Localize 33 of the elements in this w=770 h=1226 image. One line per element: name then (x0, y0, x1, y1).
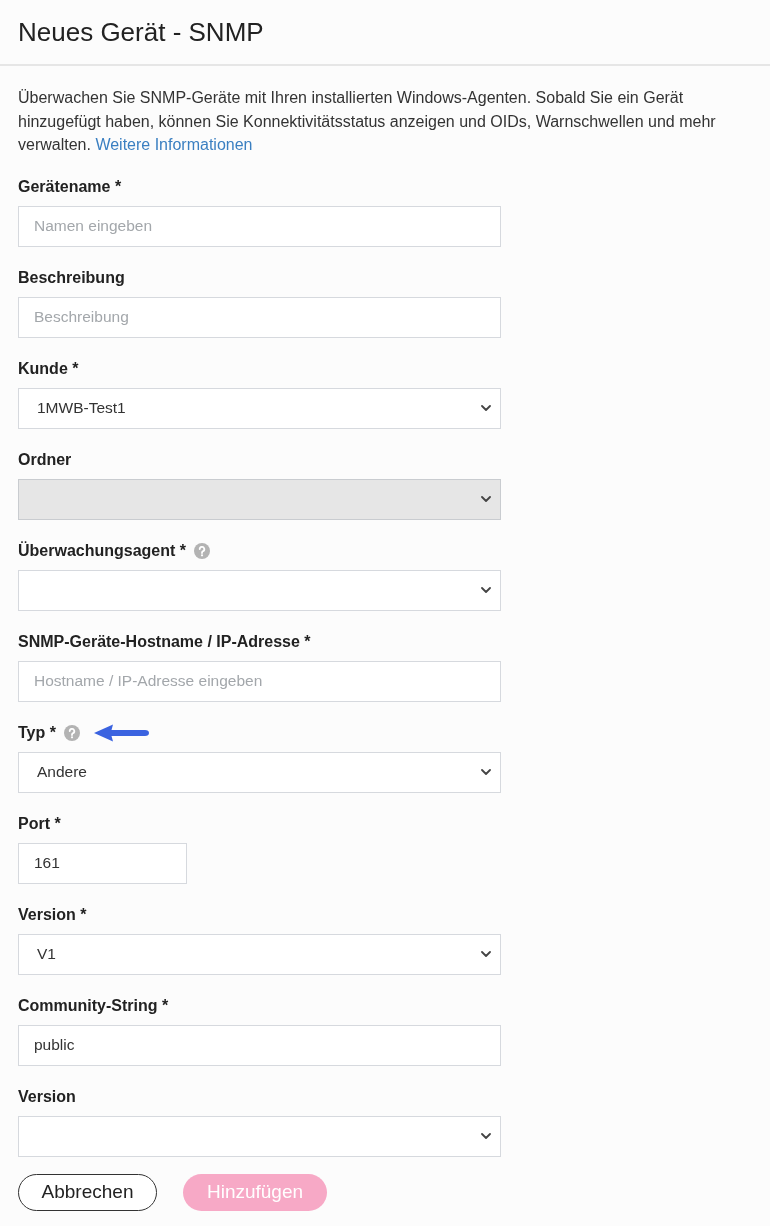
field-label: Version * (18, 904, 87, 925)
chevron-down-icon (481, 1133, 491, 1139)
dropdown[interactable]: 1MWB-Test1 (18, 387, 501, 429)
more-info-link[interactable]: Weitere Informationen (95, 136, 253, 153)
input-field[interactable]: public (18, 1024, 501, 1066)
chevron-down-icon (481, 769, 491, 775)
input-field[interactable]: 161 (18, 842, 187, 884)
field-label: Gerätename * (18, 176, 122, 197)
cancel-button[interactable]: Abbrechen (18, 1173, 157, 1211)
input-field[interactable]: Namen eingeben (18, 205, 501, 247)
dropdown[interactable]: V1 (18, 933, 501, 975)
field-label: Community-String * (18, 995, 169, 1016)
chevron-down-icon (481, 405, 491, 411)
field-label: SNMP-Geräte-Hostname / IP-Adresse * (18, 631, 311, 652)
field-label: Beschreibung (18, 267, 125, 288)
field-label: Typ * (18, 722, 56, 743)
field-label: Version (18, 1086, 76, 1107)
chevron-down-icon (481, 496, 491, 502)
help-icon[interactable] (194, 542, 211, 559)
dropdown[interactable] (18, 1115, 501, 1157)
page-title: Neues Gerät - SNMP (18, 16, 264, 48)
dropdown[interactable]: Andere (18, 751, 501, 793)
intro-text: Überwachen Sie SNMP-Geräte mit Ihren installierten Windows-Agenten. Sobald Sie ein Gerät hinzugefügt haben, können Sie Konnektivitätsstatus anzeigen und OIDs, Warnschwellen und mehr verwalten. Weitere Informationen (18, 88, 717, 155)
input-field[interactable]: Beschreibung (18, 296, 501, 338)
field-label: Port * (18, 813, 61, 834)
help-icon[interactable] (63, 724, 80, 741)
chevron-down-icon (481, 951, 491, 957)
field-label: Kunde * (18, 358, 79, 379)
field-label: Ordner (18, 449, 72, 470)
dropdown[interactable] (18, 569, 501, 611)
field-label: Überwachungsagent * (18, 540, 187, 561)
input-field[interactable]: Hostname / IP-Adresse eingeben (18, 660, 501, 702)
chevron-down-icon (481, 587, 491, 593)
